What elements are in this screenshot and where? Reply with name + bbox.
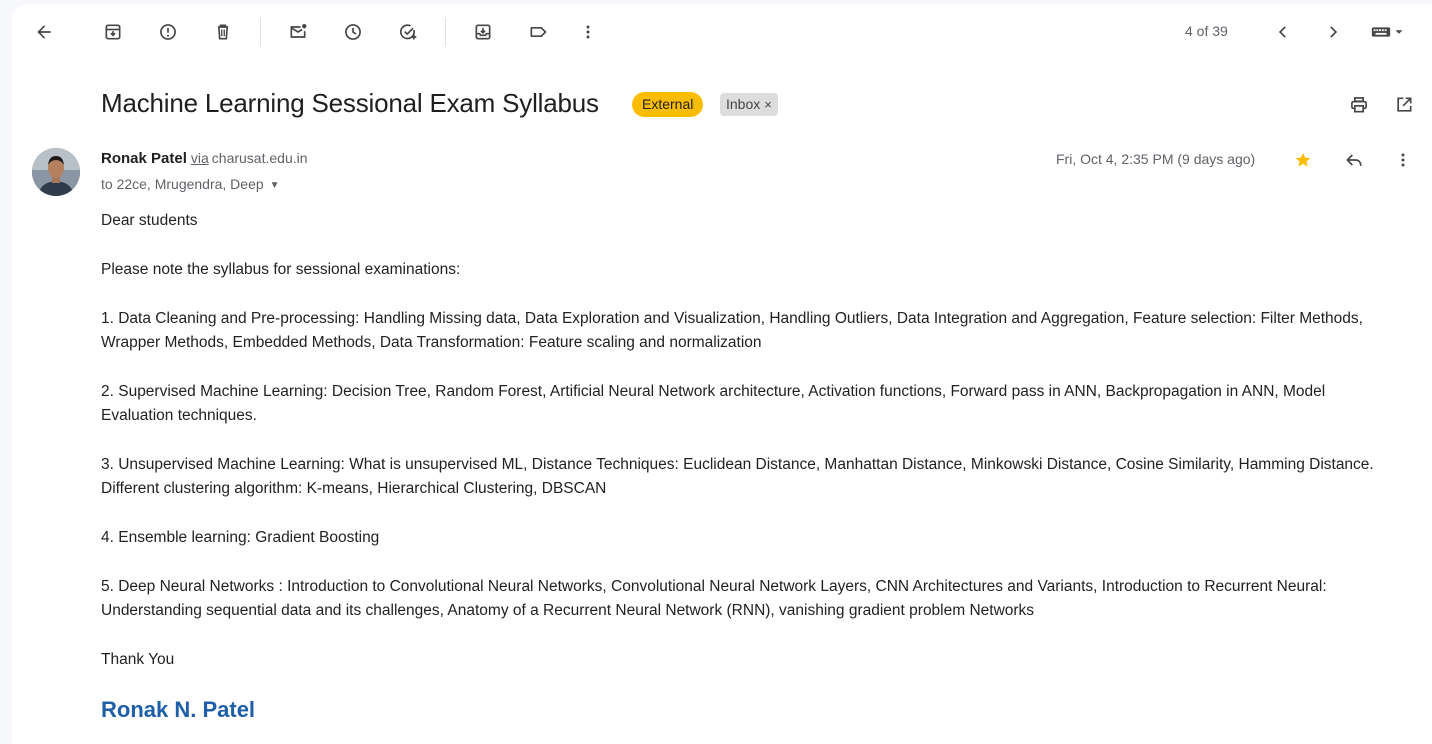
avatar-photo [32, 148, 80, 196]
reply-button[interactable] [1334, 140, 1374, 180]
snooze-button[interactable] [333, 12, 373, 52]
keyboard-icon [1371, 27, 1391, 37]
pagination-counter: 4 of 39 [1185, 23, 1228, 39]
print-icon [1351, 97, 1367, 113]
open-in-new-icon [1397, 97, 1412, 112]
intro-text: Please note the syllabus for sessional e… [101, 261, 461, 278]
archive-button[interactable] [93, 12, 133, 52]
remove-label-icon[interactable]: × [764, 97, 772, 112]
syllabus-item: 4. Ensemble learning: Gradient Boosting [101, 529, 380, 546]
older-button[interactable] [1313, 12, 1353, 52]
syllabus-item: 3. Unsupervised Machine Learning: What i… [101, 456, 1374, 497]
delete-button[interactable] [203, 12, 243, 52]
add-task-icon [399, 24, 417, 40]
external-badge-label: External [642, 96, 694, 112]
move-to-icon [475, 24, 491, 40]
syllabus-item: 2. Supervised Machine Learning: Decision… [101, 383, 1326, 424]
more-vert-icon [586, 25, 590, 39]
labels-button[interactable] [518, 12, 558, 52]
syllabus-item: 1. Data Cleaning and Pre-processing: Han… [101, 310, 1363, 351]
back-button[interactable] [24, 12, 64, 52]
chevron-left-icon [1278, 26, 1286, 38]
open-new-window-button[interactable] [1384, 85, 1424, 125]
report-spam-icon [160, 24, 176, 40]
reply-icon [1346, 154, 1362, 166]
star-icon [1295, 152, 1311, 167]
recipients: to 22ce, Mrugendra, Deep [101, 176, 264, 192]
sender-avatar[interactable] [32, 148, 80, 196]
inbox-label-chip[interactable]: Inbox × [720, 93, 778, 116]
external-badge: External [632, 92, 704, 117]
inbox-label-text: Inbox [726, 96, 761, 112]
mark-unread-button[interactable] [278, 12, 318, 52]
email-date: Fri, Oct 4, 2:35 PM (9 days ago) [1056, 151, 1256, 167]
toolbar-divider [445, 18, 446, 46]
trash-icon [218, 24, 228, 40]
chevron-right-icon [1330, 26, 1338, 38]
snooze-icon [345, 24, 361, 40]
mark-unread-icon [290, 24, 307, 38]
closing-text: Thank You [101, 651, 175, 668]
message-more-button[interactable] [1383, 140, 1423, 180]
sender-domain: charusat.edu.in [211, 150, 308, 166]
move-to-button[interactable] [463, 12, 503, 52]
email-subject: Machine Learning Sessional Exam Syllabus [101, 88, 599, 118]
chevron-down-icon [1395, 30, 1403, 34]
email-body: Dear students Please note the syllabus f… [101, 209, 1401, 697]
sender-line: Ronak Patel via charusat.edu.in [101, 150, 308, 167]
newer-button[interactable] [1263, 12, 1303, 52]
print-all-button[interactable] [1339, 85, 1379, 125]
sender-name[interactable]: Ronak Patel [101, 150, 187, 167]
arrow-back-icon [37, 25, 51, 39]
archive-icon [105, 24, 121, 40]
more-vert-icon [1401, 153, 1405, 167]
input-tools-button[interactable] [1363, 12, 1413, 52]
toolbar-divider [260, 18, 261, 46]
add-task-button[interactable] [388, 12, 428, 52]
show-details-icon[interactable]: ▼ [270, 180, 280, 191]
greeting: Dear students [101, 212, 198, 229]
label-icon [530, 27, 547, 38]
syllabus-item: 5. Deep Neural Networks : Introduction t… [101, 578, 1327, 619]
report-spam-button[interactable] [148, 12, 188, 52]
star-button[interactable] [1283, 140, 1323, 180]
via-link[interactable]: via [191, 150, 209, 166]
recipients-line: to 22ce, Mrugendra, Deep ▼ [101, 176, 280, 192]
signature-name: Ronak N. Patel [101, 697, 256, 722]
more-options-button[interactable] [568, 12, 608, 52]
